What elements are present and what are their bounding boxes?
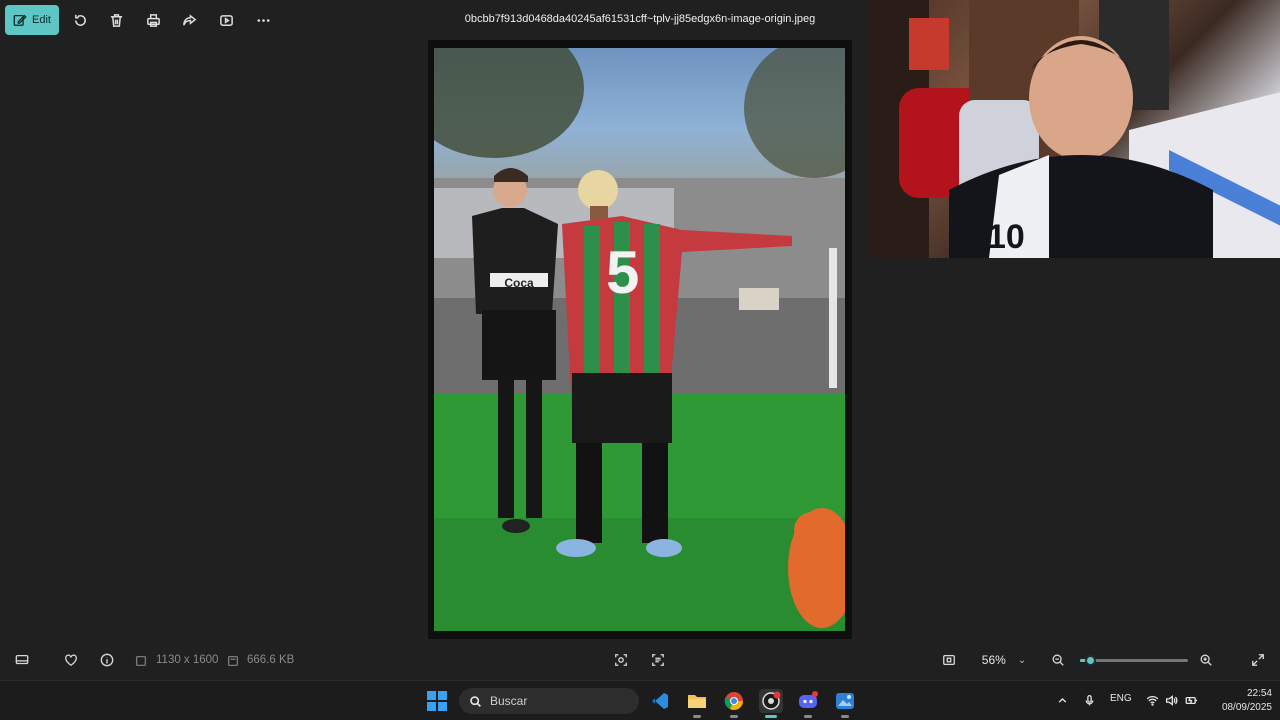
webcam-overlay: 10 bbox=[869, 0, 1280, 258]
chrome-app-icon[interactable] bbox=[722, 689, 746, 718]
edit-label: Edit bbox=[32, 14, 51, 26]
windows-logo-icon bbox=[427, 691, 436, 700]
edit-button[interactable]: Edit bbox=[5, 5, 59, 35]
file-name: 0bcbb7f913d0468da40245af61531cff~tplv-jj… bbox=[464, 13, 816, 25]
clock-time: 22:54 bbox=[1246, 688, 1272, 699]
zoom-in-icon[interactable] bbox=[1197, 651, 1215, 669]
wifi-icon[interactable] bbox=[1144, 692, 1160, 708]
app-running-indicator bbox=[841, 715, 849, 718]
filmstrip-icon[interactable] bbox=[13, 651, 31, 669]
file-size-icon bbox=[224, 652, 242, 670]
search-icon bbox=[470, 695, 481, 707]
sponsor-logo-text: Coca bbox=[504, 276, 534, 290]
system-clock[interactable]: 22:54 08/09/2025 bbox=[1206, 687, 1272, 715]
more-options-icon[interactable] bbox=[253, 10, 273, 30]
start-button[interactable] bbox=[427, 691, 447, 711]
share-icon[interactable] bbox=[179, 10, 199, 30]
delete-icon[interactable] bbox=[106, 10, 126, 30]
app-running-indicator bbox=[693, 715, 701, 718]
zoom-slider[interactable] bbox=[1080, 655, 1188, 666]
file-size: 666.6 KB bbox=[247, 654, 295, 666]
photos-app-icon[interactable] bbox=[833, 689, 857, 718]
edit-icon bbox=[13, 14, 27, 26]
taskbar: Buscar ENG 22:54 08/09/2025 bbox=[0, 680, 1280, 720]
volume-icon[interactable] bbox=[1163, 692, 1179, 708]
info-icon[interactable] bbox=[98, 651, 116, 669]
scan-text-icon[interactable] bbox=[649, 651, 667, 669]
fullscreen-icon[interactable] bbox=[1249, 651, 1267, 669]
image-dimensions: 1130 x 1600 bbox=[156, 654, 219, 666]
app-running-indicator bbox=[804, 715, 812, 718]
jersey-number: 5 bbox=[606, 239, 639, 306]
actual-size-icon[interactable] bbox=[940, 651, 958, 669]
recording-app-icon[interactable] bbox=[759, 689, 783, 718]
search-placeholder: Buscar bbox=[490, 694, 528, 708]
discord-app-icon[interactable] bbox=[796, 689, 820, 718]
soccer-photo: 5 Coca bbox=[434, 48, 845, 631]
dimensions-icon bbox=[132, 652, 150, 670]
print-icon[interactable] bbox=[143, 10, 163, 30]
zoom-value: 56% bbox=[981, 653, 1006, 667]
input-language[interactable]: ENG bbox=[1110, 693, 1132, 704]
microphone-icon[interactable] bbox=[1081, 692, 1097, 708]
zoom-dropdown[interactable]: 56% ⌄ bbox=[968, 648, 1040, 672]
zoom-out-icon[interactable] bbox=[1049, 651, 1067, 669]
photo-illustration: 5 bbox=[434, 48, 845, 631]
battery-icon[interactable] bbox=[1183, 692, 1199, 708]
webcam-illustration: 10 bbox=[869, 0, 1280, 258]
zoom-slider-thumb[interactable] bbox=[1085, 655, 1097, 666]
slideshow-icon[interactable] bbox=[216, 10, 236, 30]
vscode-app-icon[interactable] bbox=[648, 689, 672, 713]
file-explorer-app-icon[interactable] bbox=[685, 689, 709, 718]
show-hidden-icons-chevron-up-icon[interactable] bbox=[1054, 692, 1070, 708]
chevron-down-icon: ⌄ bbox=[1017, 654, 1027, 666]
favorite-icon[interactable] bbox=[62, 651, 80, 669]
app-active-indicator bbox=[765, 715, 777, 718]
taskbar-search[interactable]: Buscar bbox=[459, 688, 639, 714]
app-running-indicator bbox=[730, 715, 738, 718]
viewer-status-bar: 1130 x 1600 666.6 KB 56% ⌄ bbox=[0, 640, 1280, 680]
viewer-toolbar: Edit 0bcbb7f913d0468da40245af61531cff~tp… bbox=[0, 0, 870, 40]
rotate-icon[interactable] bbox=[70, 10, 90, 30]
image-canvas[interactable]: 5 Coca bbox=[428, 40, 852, 639]
fit-to-window-icon[interactable] bbox=[612, 651, 630, 669]
clock-date: 08/09/2025 bbox=[1221, 702, 1272, 713]
shirt-number: 10 bbox=[987, 218, 1025, 256]
